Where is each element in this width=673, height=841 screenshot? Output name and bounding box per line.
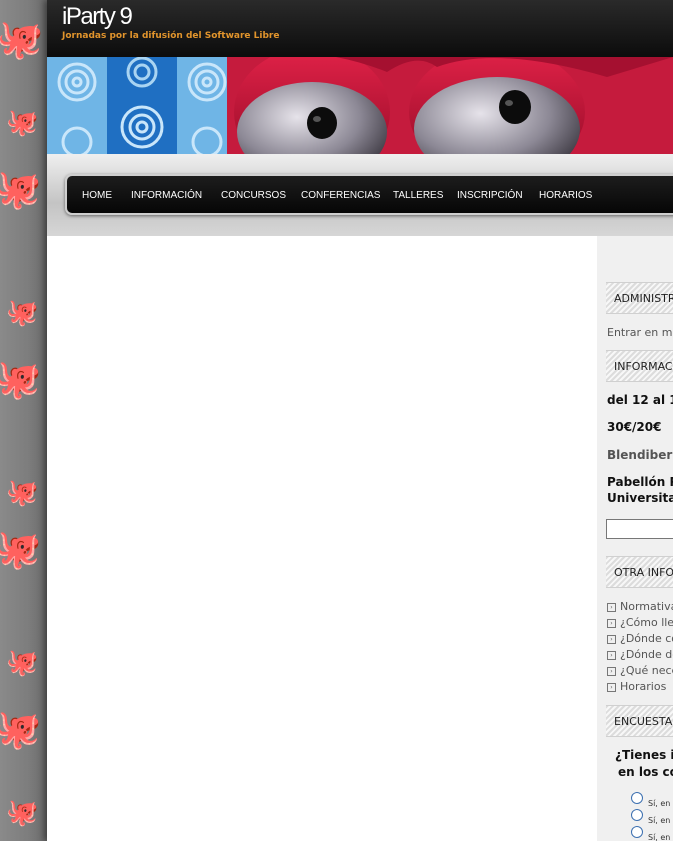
arrow-right-icon: › [607,603,616,612]
site-title[interactable]: iParty 9 [62,3,133,31]
widget-title-info: INFORMACIÓN [606,350,673,382]
link-label: ¿Dónde dormir? [620,648,673,661]
arrow-right-icon: › [607,667,616,676]
main-content [47,236,597,841]
link-label: ¿Dónde comer? [620,632,673,645]
link-donde-comer[interactable]: › ¿Dónde comer? [607,632,673,645]
octopus-icon: 🐙 [0,167,42,211]
event-organizer[interactable]: Blendiberia [607,448,673,462]
radio-button[interactable] [631,809,643,821]
nav-home[interactable]: HOME [82,190,112,201]
widget-title-other-info: OTRA INFORMACIÓN [606,556,673,588]
nav-area: HOME INFORMACIÓN CONCURSOS CONFERENCIAS … [47,154,673,236]
widget-title-text: ADMINISTRACIÓN [614,292,673,305]
poll-option[interactable]: Sí, en algunos [631,809,673,825]
link-label: ¿Cómo llegar? [620,616,673,629]
search-input[interactable] [606,519,673,539]
link-horarios[interactable]: › Horarios [607,680,666,693]
link-label: Horarios [620,680,667,693]
octopus-icon: 🐙 [0,17,44,61]
widget-title-text: INFORMACIÓN [614,360,673,373]
octopus-icon: 🐙 [6,298,39,328]
octopus-icon: 🐙 [6,108,39,138]
link-normativa[interactable]: › Normativa [607,600,673,613]
widget-title-admin: ADMINISTRACIÓN [606,282,673,314]
link-label: ¿Qué necesito? [620,664,673,677]
octopus-icon: 🐙 [6,478,39,508]
widget-title-text: ENCUESTAS [614,715,673,728]
octopus-icon: 🐙 [6,798,39,828]
octopus-icon: 🐙 [0,707,42,751]
poll-question-line2: en los concursos? [618,765,673,779]
octopus-icon: 🐙 [0,527,42,571]
page: iParty 9 Jornadas por la difusión del So… [47,0,673,841]
nav-conferencias[interactable]: CONFERENCIAS [301,190,380,201]
nav-talleres[interactable]: TALLERES [393,190,443,201]
link-que-necesito[interactable]: › ¿Qué necesito? [607,664,673,677]
radio-button[interactable] [631,826,643,838]
widget-title-text: OTRA INFORMACIÓN [614,566,673,579]
arrow-right-icon: › [607,683,616,692]
poll-option-label: Sí, en todos [648,799,673,808]
header-banner [47,57,673,154]
poll-option[interactable]: Sí, en todos [631,792,673,808]
octopus-icon: 🐙 [0,357,42,401]
nav-horarios[interactable]: HORARIOS [539,190,592,201]
main-nav: HOME INFORMACIÓN CONCURSOS CONFERENCIAS … [65,174,673,215]
arrow-right-icon: › [607,651,616,660]
poll-option-label: Sí, en uno [648,833,673,841]
link-donde-dormir[interactable]: › ¿Dónde dormir? [607,648,673,661]
poll-option[interactable]: Sí, en uno [631,826,673,841]
octopus-icon: 🐙 [6,648,39,678]
event-venue-line1: Pabellón Polideportivo [607,475,673,489]
login-link[interactable]: Entrar en mi cuenta [607,326,673,339]
link-como-llegar[interactable]: › ¿Cómo llegar? [607,616,673,629]
sidebar: ADMINISTRACIÓN Entrar en mi cuenta INFOR… [597,236,673,841]
banner-image [47,57,673,154]
arrow-right-icon: › [607,619,616,628]
nav-informacion[interactable]: INFORMACIÓN [131,190,202,201]
event-price: 30€/20€ [607,420,662,434]
site-tagline: Jornadas por la difusión del Software Li… [62,31,280,41]
nav-inscripcion[interactable]: INSCRIPCIÓN [457,190,523,201]
radio-button[interactable] [631,792,643,804]
arrow-right-icon: › [607,635,616,644]
site-header: iParty 9 Jornadas por la difusión del So… [47,0,673,57]
widget-title-poll: ENCUESTAS [606,705,673,737]
poll-option-label: Sí, en algunos [648,816,673,825]
nav-concursos[interactable]: CONCURSOS [221,190,286,201]
event-venue-line2: Universitario [607,491,673,505]
background-strip: 🐙 🐙 🐙 🐙 🐙 🐙 🐙 🐙 🐙 🐙 [0,0,47,841]
poll-question-line1: ¿Tienes interés [615,748,673,762]
link-label: Normativa [620,600,673,613]
event-dates: del 12 al 14 [607,393,673,407]
